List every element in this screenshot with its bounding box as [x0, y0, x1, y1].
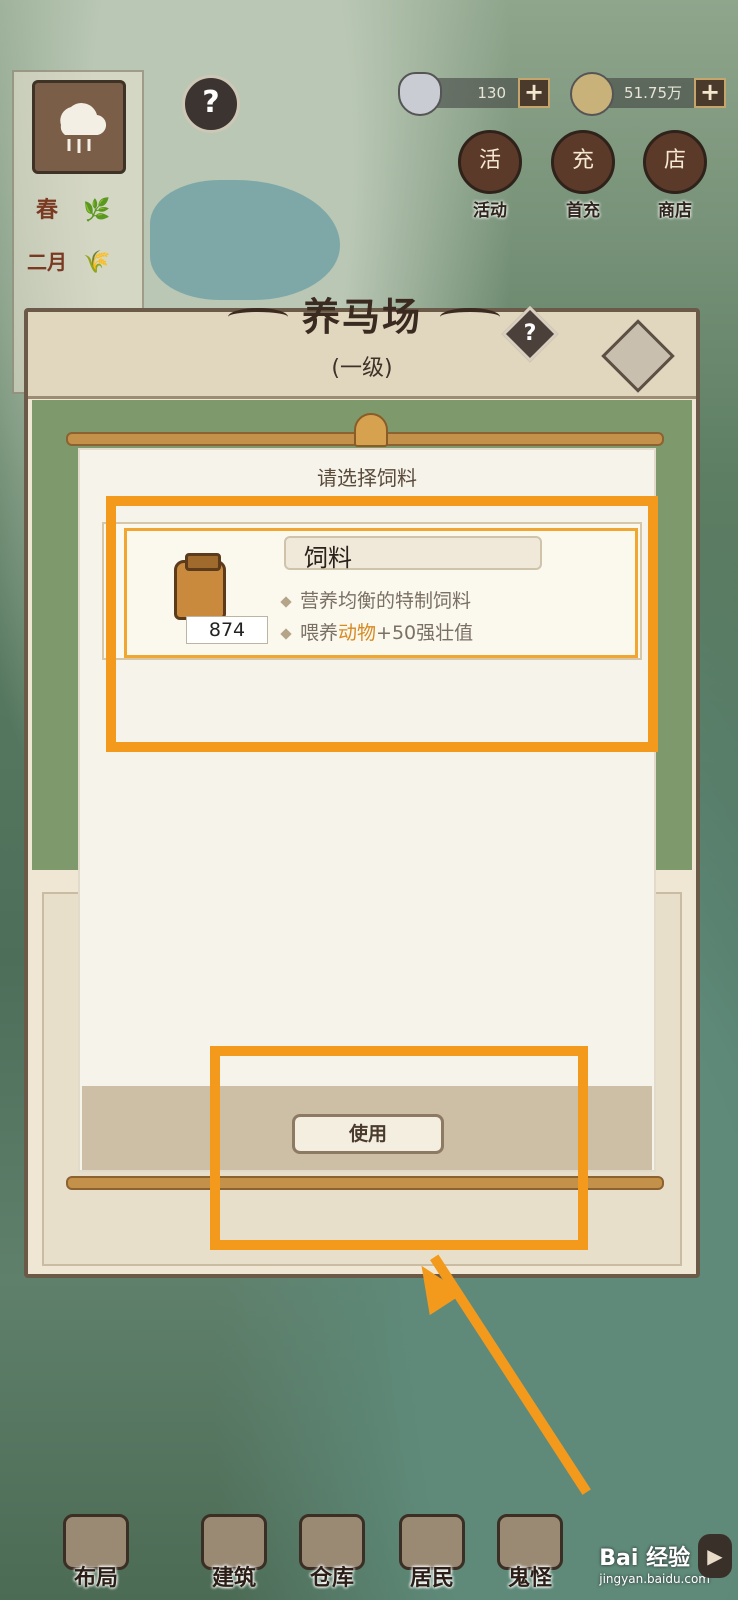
building-level: (一级): [331, 356, 393, 381]
shop-label: 商店: [658, 201, 692, 221]
coin-resource: 51.75万 +: [570, 72, 726, 116]
nav-residents-label: 居民: [409, 1565, 454, 1591]
ingot-value: 130: [477, 84, 506, 102]
nav-residents[interactable]: 居民: [392, 1514, 472, 1592]
use-button-highlight-box: [210, 1046, 588, 1250]
nav-building-label: 建筑: [211, 1565, 256, 1591]
first-recharge-label: 首充: [566, 201, 600, 221]
calendar-icon: 活: [458, 130, 522, 194]
coin-value: 51.75万: [624, 84, 682, 102]
nav-ghosts-label: 鬼怪: [507, 1565, 552, 1591]
copper-coin-icon: [570, 72, 614, 116]
item-highlight-box: [106, 496, 658, 752]
activity-button[interactable]: 活 活动: [455, 130, 525, 221]
bottom-nav: 布局 建筑 仓库 居民 鬼怪 Bai 经验 jingyan.baidu.com ▶: [0, 1508, 738, 1600]
weather-rain-icon[interactable]: [32, 80, 126, 174]
nav-building[interactable]: 建筑: [194, 1514, 274, 1592]
add-ingot-button[interactable]: +: [518, 78, 550, 108]
nav-ghosts[interactable]: 鬼怪: [490, 1514, 570, 1592]
building-header: 养马场 (一级) ?: [28, 294, 696, 399]
add-coin-button[interactable]: +: [694, 78, 726, 108]
calendar-grid: 春 🌿 二月 🌾: [22, 184, 134, 288]
question-icon: ?: [523, 321, 537, 346]
season-label: 春: [35, 197, 58, 223]
nav-warehouse-label: 仓库: [309, 1565, 354, 1591]
help-button[interactable]: ?: [182, 75, 240, 133]
activity-label: 活动: [473, 201, 507, 221]
ingot-resource: 130 +: [398, 72, 550, 116]
watermark-sub: jingyan.baidu.com: [599, 1572, 710, 1586]
nav-warehouse[interactable]: 仓库: [292, 1514, 372, 1592]
nav-layout-label: 布局: [73, 1565, 118, 1591]
wheat-icon: 🌾: [83, 249, 111, 275]
dialog-title: 请选择饲料: [317, 466, 417, 490]
grass-icon: 🌿: [83, 197, 111, 223]
nav-layout[interactable]: 布局: [56, 1514, 136, 1592]
baidu-watermark: Bai 经验 jingyan.baidu.com: [599, 1540, 710, 1586]
month-label: 二月: [27, 250, 67, 274]
knot-ornament-icon: [354, 413, 388, 447]
shop-button[interactable]: 店 商店: [640, 130, 710, 221]
watermark-main: Bai 经验: [599, 1546, 691, 1571]
shop-ingot-icon: 店: [643, 130, 707, 194]
building-title: 养马场: [301, 294, 422, 339]
expand-arrow-icon[interactable]: ▶: [698, 1534, 732, 1578]
money-bag-icon: 充: [551, 130, 615, 194]
silver-ingot-icon: [398, 72, 442, 116]
first-recharge-button[interactable]: 充 首充: [548, 130, 618, 221]
